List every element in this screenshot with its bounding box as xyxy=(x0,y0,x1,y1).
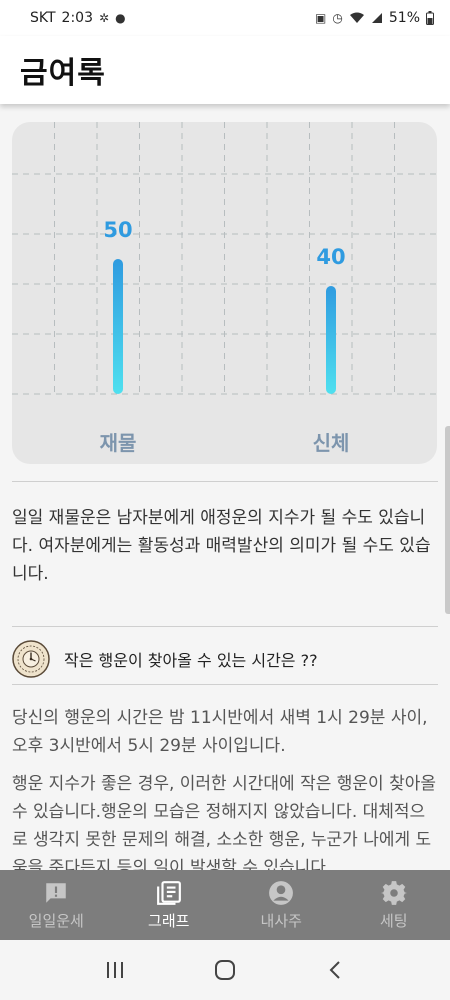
bottom-navigation: 일일운세 그래프 내사주 세팅 xyxy=(0,870,450,940)
alarm-icon: ◷ xyxy=(332,11,343,25)
fortune-description: 일일 재물운은 남자분에게 애정운의 지수가 될 수도 있습니다. 여자분에게는… xyxy=(12,508,431,584)
app-title: 금여록 xyxy=(20,56,106,91)
bar-category-label: 재물 xyxy=(100,431,137,455)
scrollbar-thumb[interactable] xyxy=(445,426,450,614)
divider xyxy=(12,481,438,482)
app-bar: 금여록 xyxy=(0,36,450,104)
bar-value-label: 40 xyxy=(316,245,345,269)
account-circle-icon xyxy=(269,880,294,905)
nav-item-daily-fortune[interactable]: 일일운세 xyxy=(0,870,113,940)
carrier-label: SKT xyxy=(30,10,56,26)
status-bar: SKT 2:03 ✲ ● ▣ ◷ 51% xyxy=(0,0,450,36)
lucky-time-header: 작은 행운이 찾아올 수 있는 시간은 ?? xyxy=(12,634,438,684)
recent-apps-icon xyxy=(107,962,123,978)
recent-apps-button[interactable] xyxy=(95,950,135,990)
bar-chart: 50 재물 40 신체 xyxy=(12,122,437,455)
nav-label: 내사주 xyxy=(260,911,302,930)
chart-grid xyxy=(12,122,437,395)
main-content[interactable]: 50 재물 40 신체 일일 재물운은 남자분에게 애정운의 지수가 될 수도 있습니… xyxy=(0,104,450,870)
status-right: ▣ ◷ 51% xyxy=(315,10,434,26)
system-navigation-bar xyxy=(0,940,450,1000)
nav-item-my-saju[interactable]: 내사주 xyxy=(225,870,338,940)
wifi-icon xyxy=(349,12,364,23)
lock-icon: ▣ xyxy=(315,11,327,25)
bar-0 xyxy=(113,259,123,394)
notification-icon: ✲ xyxy=(99,11,110,25)
nav-label: 일일운세 xyxy=(28,911,84,930)
back-chevron-icon xyxy=(329,961,340,979)
nav-item-graph[interactable]: 그래프 xyxy=(113,870,226,940)
bar-1 xyxy=(326,286,336,394)
nav-label: 세팅 xyxy=(379,911,408,930)
battery-percent: 51% xyxy=(388,10,420,26)
list-document-icon xyxy=(156,880,181,905)
lucky-detail-paragraph: 행운 지수가 좋은 경우, 이러한 시간대에 작은 행운이 찾아올 수 있습니다… xyxy=(12,774,436,870)
status-left: SKT 2:03 ✲ ● xyxy=(30,10,126,26)
bar-value-label: 50 xyxy=(103,218,132,242)
nav-label: 그래프 xyxy=(148,911,190,930)
home-icon xyxy=(215,960,235,980)
clock-time: 2:03 xyxy=(61,10,93,26)
battery-icon xyxy=(426,11,434,25)
bar-chart-card: 50 재물 40 신체 xyxy=(12,122,437,464)
divider xyxy=(12,626,438,627)
zodiac-clock-icon xyxy=(12,640,50,678)
alert-message-icon xyxy=(46,882,66,903)
settings-gear-icon xyxy=(380,880,407,905)
nav-item-settings[interactable]: 세팅 xyxy=(338,870,450,940)
lucky-time-paragraph: 당신의 행운의 시간은 밤 11시반에서 새벽 1시 29분 사이, 오후 3시… xyxy=(12,708,428,756)
signal-icon xyxy=(371,13,382,23)
lucky-time-title: 작은 행운이 찾아올 수 있는 시간은 ?? xyxy=(64,651,318,670)
back-button[interactable] xyxy=(315,950,355,990)
divider xyxy=(12,684,438,685)
bar-category-label: 신체 xyxy=(313,431,350,455)
home-button[interactable] xyxy=(205,950,245,990)
message-icon: ● xyxy=(115,11,126,25)
